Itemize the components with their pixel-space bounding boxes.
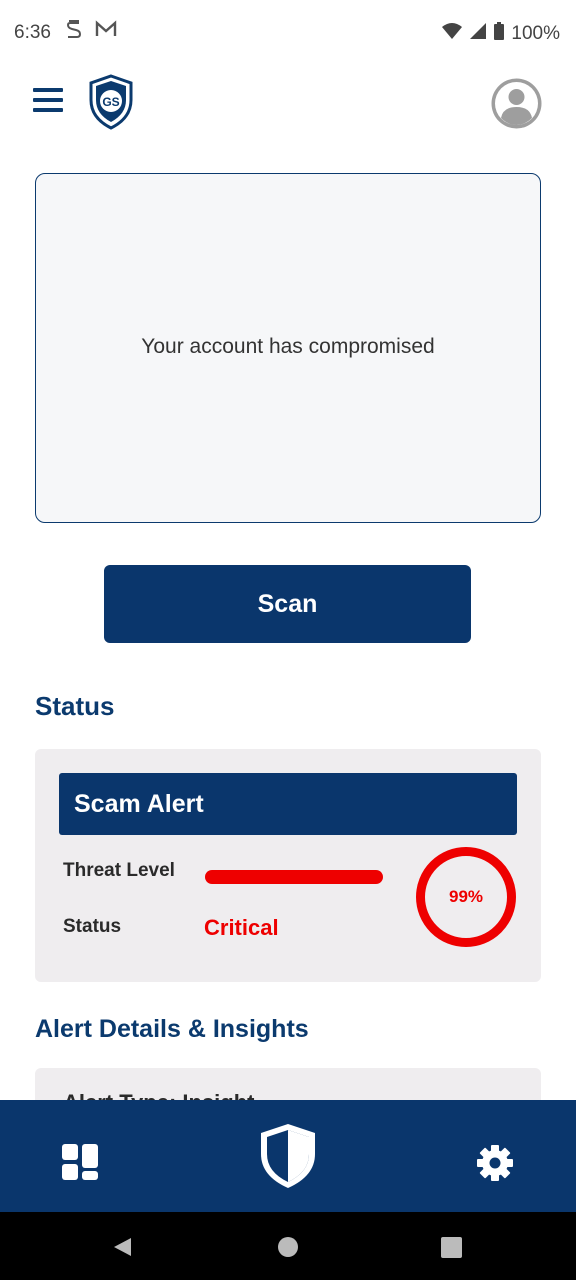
message-text: Your account has compromised — [141, 335, 435, 358]
threat-level-label: Threat Level — [63, 860, 175, 881]
scam-alert-banner: Scam Alert — [59, 773, 517, 835]
threat-level-bar — [205, 870, 383, 884]
dashboard-icon[interactable] — [62, 1144, 99, 1186]
app-logo: GS — [88, 74, 134, 130]
scan-button[interactable]: Scan — [104, 565, 471, 643]
details-section-title: Alert Details & Insights — [35, 1015, 309, 1043]
message-display: Your account has compromised — [35, 173, 541, 523]
s-sync-icon — [66, 20, 82, 45]
battery-text: 100% — [511, 22, 560, 44]
menu-icon — [33, 88, 63, 92]
bottom-nav — [0, 1100, 576, 1212]
profile-avatar[interactable] — [490, 77, 543, 130]
status-section-title: Status — [35, 691, 115, 721]
status-value: Critical — [204, 915, 279, 940]
recents-icon[interactable] — [441, 1237, 462, 1263]
status-bar: 6:36 100% — [0, 0, 576, 68]
shield-icon[interactable] — [258, 1122, 318, 1195]
home-icon[interactable] — [277, 1236, 299, 1263]
status-time: 6:36 — [14, 22, 51, 43]
logo-text: GS — [102, 95, 119, 109]
status-card: Scam Alert Threat Level Status Critical … — [35, 749, 541, 982]
wifi-icon — [441, 22, 463, 45]
menu-button[interactable] — [33, 88, 63, 116]
battery-icon — [493, 21, 505, 46]
signal-icon — [469, 22, 487, 45]
settings-icon[interactable] — [476, 1144, 514, 1187]
back-icon[interactable] — [111, 1236, 133, 1263]
status-label: Status — [63, 916, 122, 937]
gauge-percent: 99% — [448, 887, 484, 906]
threat-gauge: 99% — [416, 847, 516, 947]
system-nav-bar — [0, 1212, 576, 1280]
gmail-icon — [95, 20, 117, 43]
